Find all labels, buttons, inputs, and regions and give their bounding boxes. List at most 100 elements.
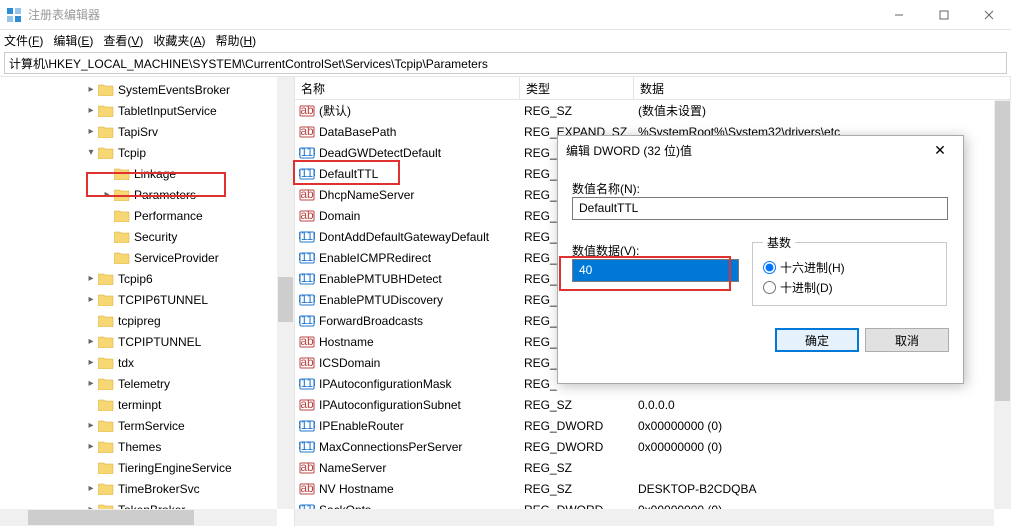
value-name: Hostname: [319, 335, 374, 349]
svg-text:ab: ab: [300, 208, 314, 222]
expand-icon[interactable]: ▸: [84, 84, 98, 95]
radix-hex[interactable]: 十六进制(H): [763, 257, 936, 277]
minimize-button[interactable]: [876, 0, 921, 29]
tree-item-label: Performance: [134, 209, 203, 223]
expand-icon[interactable]: ▸: [84, 441, 98, 452]
expand-icon[interactable]: ▸: [84, 273, 98, 284]
value-row[interactable]: 0110MaxConnectionsPerServerREG_DWORD0x00…: [295, 436, 1011, 457]
tree-item-label: Telemetry: [118, 377, 170, 391]
expand-icon[interactable]: ▸: [84, 483, 98, 494]
edit-dword-dialog: 编辑 DWORD (32 位)值 ✕ 数值名称(N): DefaultTTL 数…: [557, 135, 964, 384]
tree-item[interactable]: ▸Parameters: [0, 184, 294, 205]
tree-item[interactable]: ▸ tdx: [0, 352, 294, 373]
list-scrollbar-horizontal[interactable]: [295, 509, 994, 526]
expand-icon[interactable]: ▸: [84, 378, 98, 389]
column-data[interactable]: 数据: [634, 77, 1011, 99]
tree-item-label: SystemEventsBroker: [118, 83, 230, 97]
value-type: REG_SZ: [520, 482, 634, 496]
tree-item-label: TCPIPTUNNEL: [118, 335, 201, 349]
tree-item[interactable]: Performance: [0, 205, 294, 226]
tree-item[interactable]: Linkage: [0, 163, 294, 184]
svg-text:ab: ab: [300, 460, 314, 474]
expand-icon[interactable]: ▸: [84, 336, 98, 347]
tree-item[interactable]: tcpipreg: [0, 310, 294, 331]
address-bar[interactable]: 计算机\HKEY_LOCAL_MACHINE\SYSTEM\CurrentCon…: [4, 52, 1007, 74]
tree-item[interactable]: ▸ SystemEventsBroker: [0, 79, 294, 100]
expand-icon[interactable]: ▸: [84, 126, 98, 137]
tree-item[interactable]: Security: [0, 226, 294, 247]
tree-item[interactable]: ▸TapiSrv: [0, 121, 294, 142]
svg-text:0110: 0110: [299, 145, 315, 159]
value-name: DontAddDefaultGatewayDefault: [319, 230, 489, 244]
tree-item-label: tdx: [118, 356, 134, 370]
tree-item[interactable]: terminpt: [0, 394, 294, 415]
tree-item[interactable]: ▸ Tcpip6: [0, 268, 294, 289]
radix-dec[interactable]: 十进制(D): [763, 277, 936, 297]
tree-scrollbar-horizontal[interactable]: [0, 509, 277, 526]
value-row[interactable]: ab(默认)REG_SZ(数值未设置): [295, 100, 1011, 121]
value-data: (数值未设置): [634, 102, 1011, 119]
tree-item[interactable]: ▸TermService: [0, 415, 294, 436]
value-row[interactable]: 0110SackOptsREG_DWORD0x00000000 (0): [295, 499, 1011, 509]
radix-legend: 基数: [763, 234, 795, 251]
value-data: DESKTOP-B2CDQBA: [634, 482, 1011, 496]
tree-item-label: Tcpip6: [118, 272, 153, 286]
value-data: 0x00000000 (0): [634, 440, 1011, 454]
svg-text:0110: 0110: [299, 376, 315, 390]
tree-scrollbar-vertical[interactable]: [277, 77, 294, 509]
expand-icon[interactable]: ▸: [100, 189, 114, 200]
list-header: 名称 类型 数据: [295, 77, 1011, 100]
column-type[interactable]: 类型: [520, 77, 634, 99]
dialog-close-button[interactable]: ✕: [925, 142, 955, 159]
svg-text:0110: 0110: [299, 313, 315, 327]
tree-item-label: Linkage: [134, 167, 176, 181]
menu-file[interactable]: 文件(F): [4, 32, 43, 49]
cancel-button[interactable]: 取消: [865, 328, 949, 352]
tree-item-label: ServiceProvider: [134, 251, 219, 265]
menu-edit[interactable]: 编辑(E): [53, 32, 93, 49]
list-scrollbar-vertical[interactable]: [994, 100, 1011, 509]
value-name-field[interactable]: DefaultTTL: [572, 197, 948, 220]
ok-button[interactable]: 确定: [775, 328, 859, 352]
close-button[interactable]: [966, 0, 1011, 29]
tree-item[interactable]: ▸TabletInputService: [0, 100, 294, 121]
maximize-button[interactable]: [921, 0, 966, 29]
tree-item[interactable]: ▸TCPIP6TUNNEL: [0, 289, 294, 310]
expand-icon[interactable]: ▸: [84, 105, 98, 116]
tree-item[interactable]: TieringEngineService: [0, 457, 294, 478]
tree-item[interactable]: ▸ TCPIPTUNNEL: [0, 331, 294, 352]
expand-icon[interactable]: ▸: [84, 357, 98, 368]
value-name: IPEnableRouter: [319, 419, 404, 433]
value-row[interactable]: abNV HostnameREG_SZDESKTOP-B2CDQBA: [295, 478, 1011, 499]
value-row[interactable]: abNameServerREG_SZ: [295, 457, 1011, 478]
dialog-title: 编辑 DWORD (32 位)值: [566, 142, 925, 159]
expand-icon[interactable]: ▸: [84, 420, 98, 431]
tree-item[interactable]: ▸Themes: [0, 436, 294, 457]
tree-item[interactable]: ▾ Tcpip: [0, 142, 294, 163]
tree-item[interactable]: ▸TimeBrokerSvc: [0, 478, 294, 499]
value-name: DhcpNameServer: [319, 188, 414, 202]
value-data-field[interactable]: 40: [572, 259, 739, 282]
menu-favorites[interactable]: 收藏夹(A): [153, 32, 205, 49]
svg-text:0110: 0110: [299, 166, 315, 180]
tree-item[interactable]: ▸ Telemetry: [0, 373, 294, 394]
tree-item[interactable]: ServiceProvider: [0, 247, 294, 268]
value-type: REG_DWORD: [520, 440, 634, 454]
tree-pane: ▸SystemEventsBroker▸TabletInputService▸T…: [0, 77, 295, 526]
svg-text:0110: 0110: [299, 250, 315, 264]
menu-help[interactable]: 帮助(H): [215, 32, 256, 49]
value-data-label: 数值数据(V):: [572, 242, 752, 259]
svg-text:ab: ab: [300, 355, 314, 369]
expand-icon[interactable]: ▸: [84, 294, 98, 305]
value-name: MaxConnectionsPerServer: [319, 440, 462, 454]
radix-group: 基数 十六进制(H) 十进制(D): [752, 234, 947, 306]
value-row[interactable]: abIPAutoconfigurationSubnetREG_SZ0.0.0.0: [295, 394, 1011, 415]
collapse-icon[interactable]: ▾: [84, 147, 98, 158]
tree-item-label: Tcpip: [118, 146, 146, 160]
column-name[interactable]: 名称: [295, 77, 520, 99]
value-row[interactable]: 0110IPEnableRouterREG_DWORD0x00000000 (0…: [295, 415, 1011, 436]
menu-view[interactable]: 查看(V): [103, 32, 143, 49]
window-controls: [876, 0, 1011, 29]
tree-item-label: TieringEngineService: [118, 461, 232, 475]
tree-item-label: tcpipreg: [118, 314, 161, 328]
